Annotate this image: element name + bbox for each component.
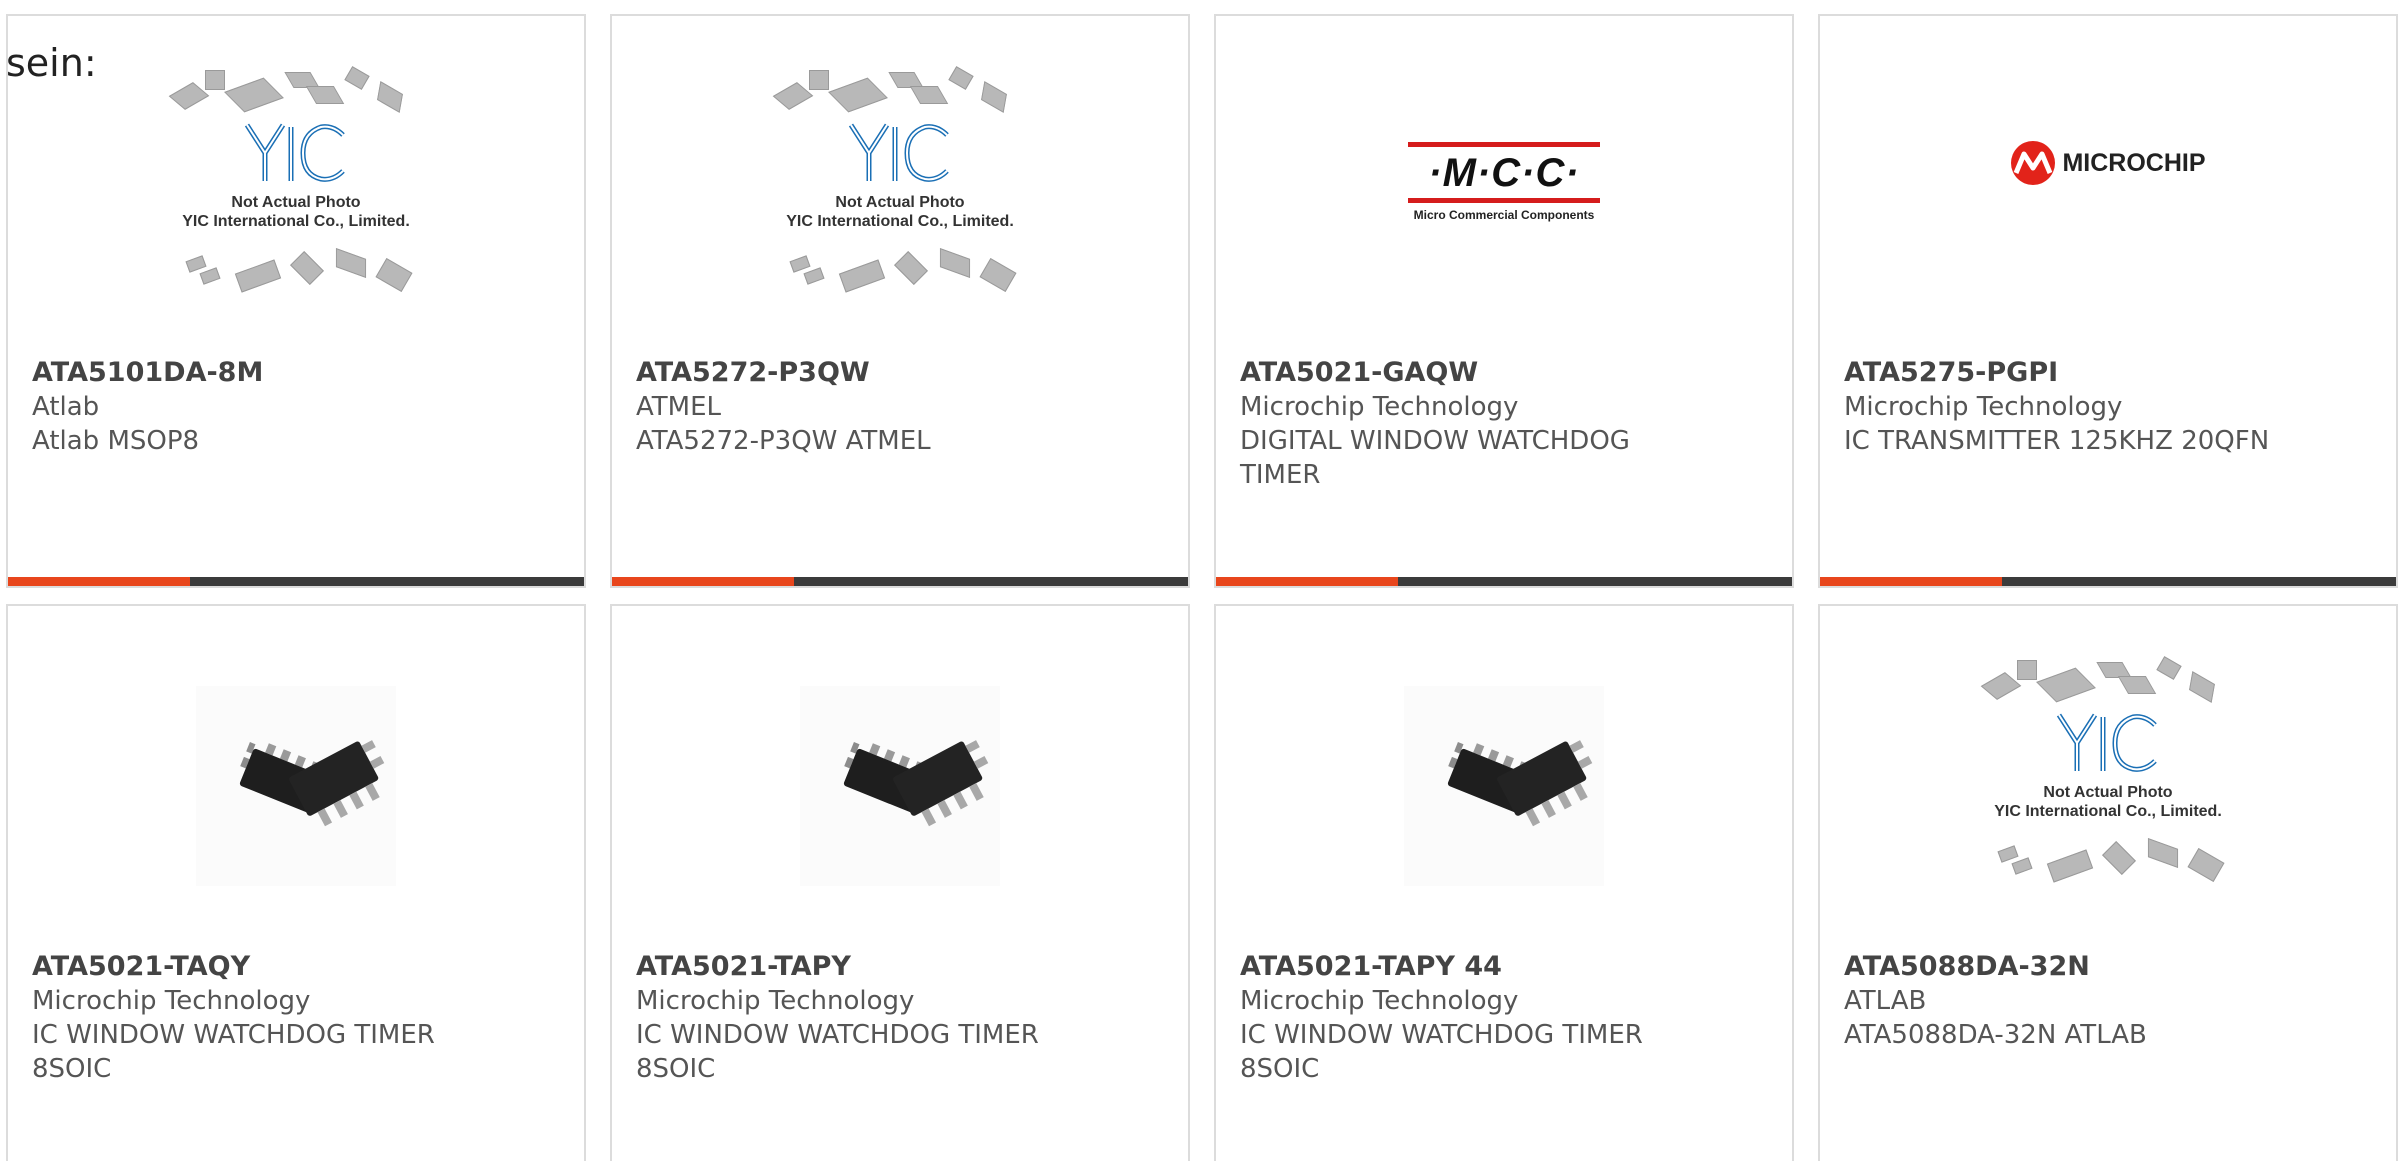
product-card[interactable]: ·M·C·C· Micro Commercial Components ATA5… — [1214, 14, 1794, 588]
product-card[interactable]: ATA5021-TAQY Microchip Technology IC WIN… — [6, 604, 586, 1161]
manufacturer: Microchip Technology — [32, 986, 311, 1016]
product-grid: Not Actual Photo YIC International Co., … — [0, 0, 2400, 1161]
yic-logo-icon — [244, 123, 345, 182]
product-info: ATA5101DA-8M Atlab Atlab MSOP8 — [32, 356, 560, 458]
manufacturer: Atlab — [32, 392, 100, 422]
manufacturer: ATLAB — [1844, 986, 1927, 1016]
image-caption-line2: YIC International Co., Limited. — [786, 213, 1014, 230]
product-image[interactable]: ·M·C·C· Micro Commercial Components — [1216, 16, 1792, 360]
product-info: ATA5021-TAPY 44 Microchip Technology IC … — [1240, 950, 1768, 1086]
product-card[interactable]: MICROCHIP ATA5275-PGPI Microchip Technol… — [1818, 14, 2398, 588]
product-card[interactable]: Not Actual Photo YIC International Co., … — [6, 14, 586, 588]
yic-placeholder-image: Not Actual Photo YIC International Co., … — [161, 66, 431, 308]
part-number-link[interactable]: ATA5021-TAQY — [32, 950, 560, 984]
image-caption-line2: YIC International Co., Limited. — [1994, 803, 2222, 820]
description: IC WINDOW WATCHDOG TIMER 8SOIC — [636, 1020, 1039, 1084]
product-info: ATA5021-TAPY Microchip Technology IC WIN… — [636, 950, 1164, 1086]
part-number-link[interactable]: ATA5088DA-32N — [1844, 950, 2372, 984]
description: Atlab MSOP8 — [32, 426, 200, 456]
product-image[interactable] — [8, 606, 584, 966]
product-info: ATA5021-GAQW Microchip Technology DIGITA… — [1240, 356, 1768, 492]
product-card[interactable]: Not Actual Photo YIC International Co., … — [610, 14, 1190, 588]
manufacturer: ATMEL — [636, 392, 721, 422]
soic8-chip-photo — [196, 686, 396, 886]
card-bottom-bar — [8, 577, 584, 586]
yic-logo-icon — [2056, 713, 2157, 772]
product-image[interactable] — [1216, 606, 1792, 966]
card-accent-bar — [612, 577, 794, 586]
card-bottom-bar — [1216, 577, 1792, 586]
soic8-chip-photo — [1404, 686, 1604, 886]
image-caption-line2: YIC International Co., Limited. — [182, 213, 410, 230]
description: DIGITAL WINDOW WATCHDOG TIMER — [1240, 426, 1630, 490]
manufacturer: Microchip Technology — [1240, 986, 1519, 1016]
card-accent-bar — [1820, 577, 2002, 586]
description: ATA5088DA-32N ATLAB — [1844, 1020, 2147, 1050]
manufacturer: Microchip Technology — [1240, 392, 1519, 422]
microchip-wordmark: MICROCHIP — [2062, 148, 2206, 177]
part-number-link[interactable]: ATA5021-TAPY — [636, 950, 1164, 984]
card-bottom-bar — [612, 577, 1188, 586]
description: IC WINDOW WATCHDOG TIMER 8SOIC — [1240, 1020, 1643, 1084]
product-info: ATA5275-PGPI Microchip Technology IC TRA… — [1844, 356, 2372, 458]
intro-text: sein: — [6, 41, 97, 85]
microchip-logo-image: MICROCHIP — [2010, 140, 2206, 186]
product-image[interactable]: MICROCHIP — [1820, 16, 2396, 360]
mcc-mark: ·M·C·C· — [1428, 151, 1580, 195]
product-card[interactable]: Not Actual Photo YIC International Co., … — [1818, 604, 2398, 1161]
product-card[interactable]: ATA5021-TAPY Microchip Technology IC WIN… — [610, 604, 1190, 1161]
card-bottom-bar — [1820, 577, 2396, 586]
part-number-link[interactable]: ATA5021-GAQW — [1240, 356, 1768, 390]
microchip-logo-icon — [2011, 141, 2056, 185]
product-image[interactable]: Not Actual Photo YIC International Co., … — [612, 16, 1188, 360]
product-grid-page: sein: Not Actual Photo YIC International… — [0, 0, 2400, 1161]
card-accent-bar — [1216, 577, 1398, 586]
image-caption-line1: Not Actual Photo — [231, 194, 361, 211]
product-image[interactable]: Not Actual Photo YIC International Co., … — [1820, 606, 2396, 950]
manufacturer: Microchip Technology — [636, 986, 915, 1016]
image-caption-line1: Not Actual Photo — [835, 194, 965, 211]
description: ATA5272-P3QW ATMEL — [636, 426, 931, 456]
part-number-link[interactable]: ATA5101DA-8M — [32, 356, 560, 390]
product-card[interactable]: ATA5021-TAPY 44 Microchip Technology IC … — [1214, 604, 1794, 1161]
card-accent-bar — [8, 577, 190, 586]
yic-logo-icon — [848, 123, 949, 182]
image-caption-line1: Not Actual Photo — [2043, 784, 2173, 801]
description: IC WINDOW WATCHDOG TIMER 8SOIC — [32, 1020, 435, 1084]
part-number-link[interactable]: ATA5021-TAPY 44 — [1240, 950, 1768, 984]
yic-placeholder-image: Not Actual Photo YIC International Co., … — [765, 66, 1035, 308]
manufacturer: Microchip Technology — [1844, 392, 2123, 422]
mcc-subtitle: Micro Commercial Components — [1413, 208, 1595, 222]
product-info: ATA5272-P3QW ATMEL ATA5272-P3QW ATMEL — [636, 356, 1164, 458]
yic-placeholder-image: Not Actual Photo YIC International Co., … — [1973, 656, 2243, 898]
mcc-logo-image: ·M·C·C· Micro Commercial Components — [1408, 138, 1608, 228]
part-number-link[interactable]: ATA5272-P3QW — [636, 356, 1164, 390]
product-image[interactable] — [612, 606, 1188, 966]
soic8-chip-photo — [800, 686, 1000, 886]
product-info: ATA5021-TAQY Microchip Technology IC WIN… — [32, 950, 560, 1086]
product-info: ATA5088DA-32N ATLAB ATA5088DA-32N ATLAB — [1844, 950, 2372, 1052]
description: IC TRANSMITTER 125KHZ 20QFN — [1844, 426, 2270, 456]
part-number-link[interactable]: ATA5275-PGPI — [1844, 356, 2372, 390]
